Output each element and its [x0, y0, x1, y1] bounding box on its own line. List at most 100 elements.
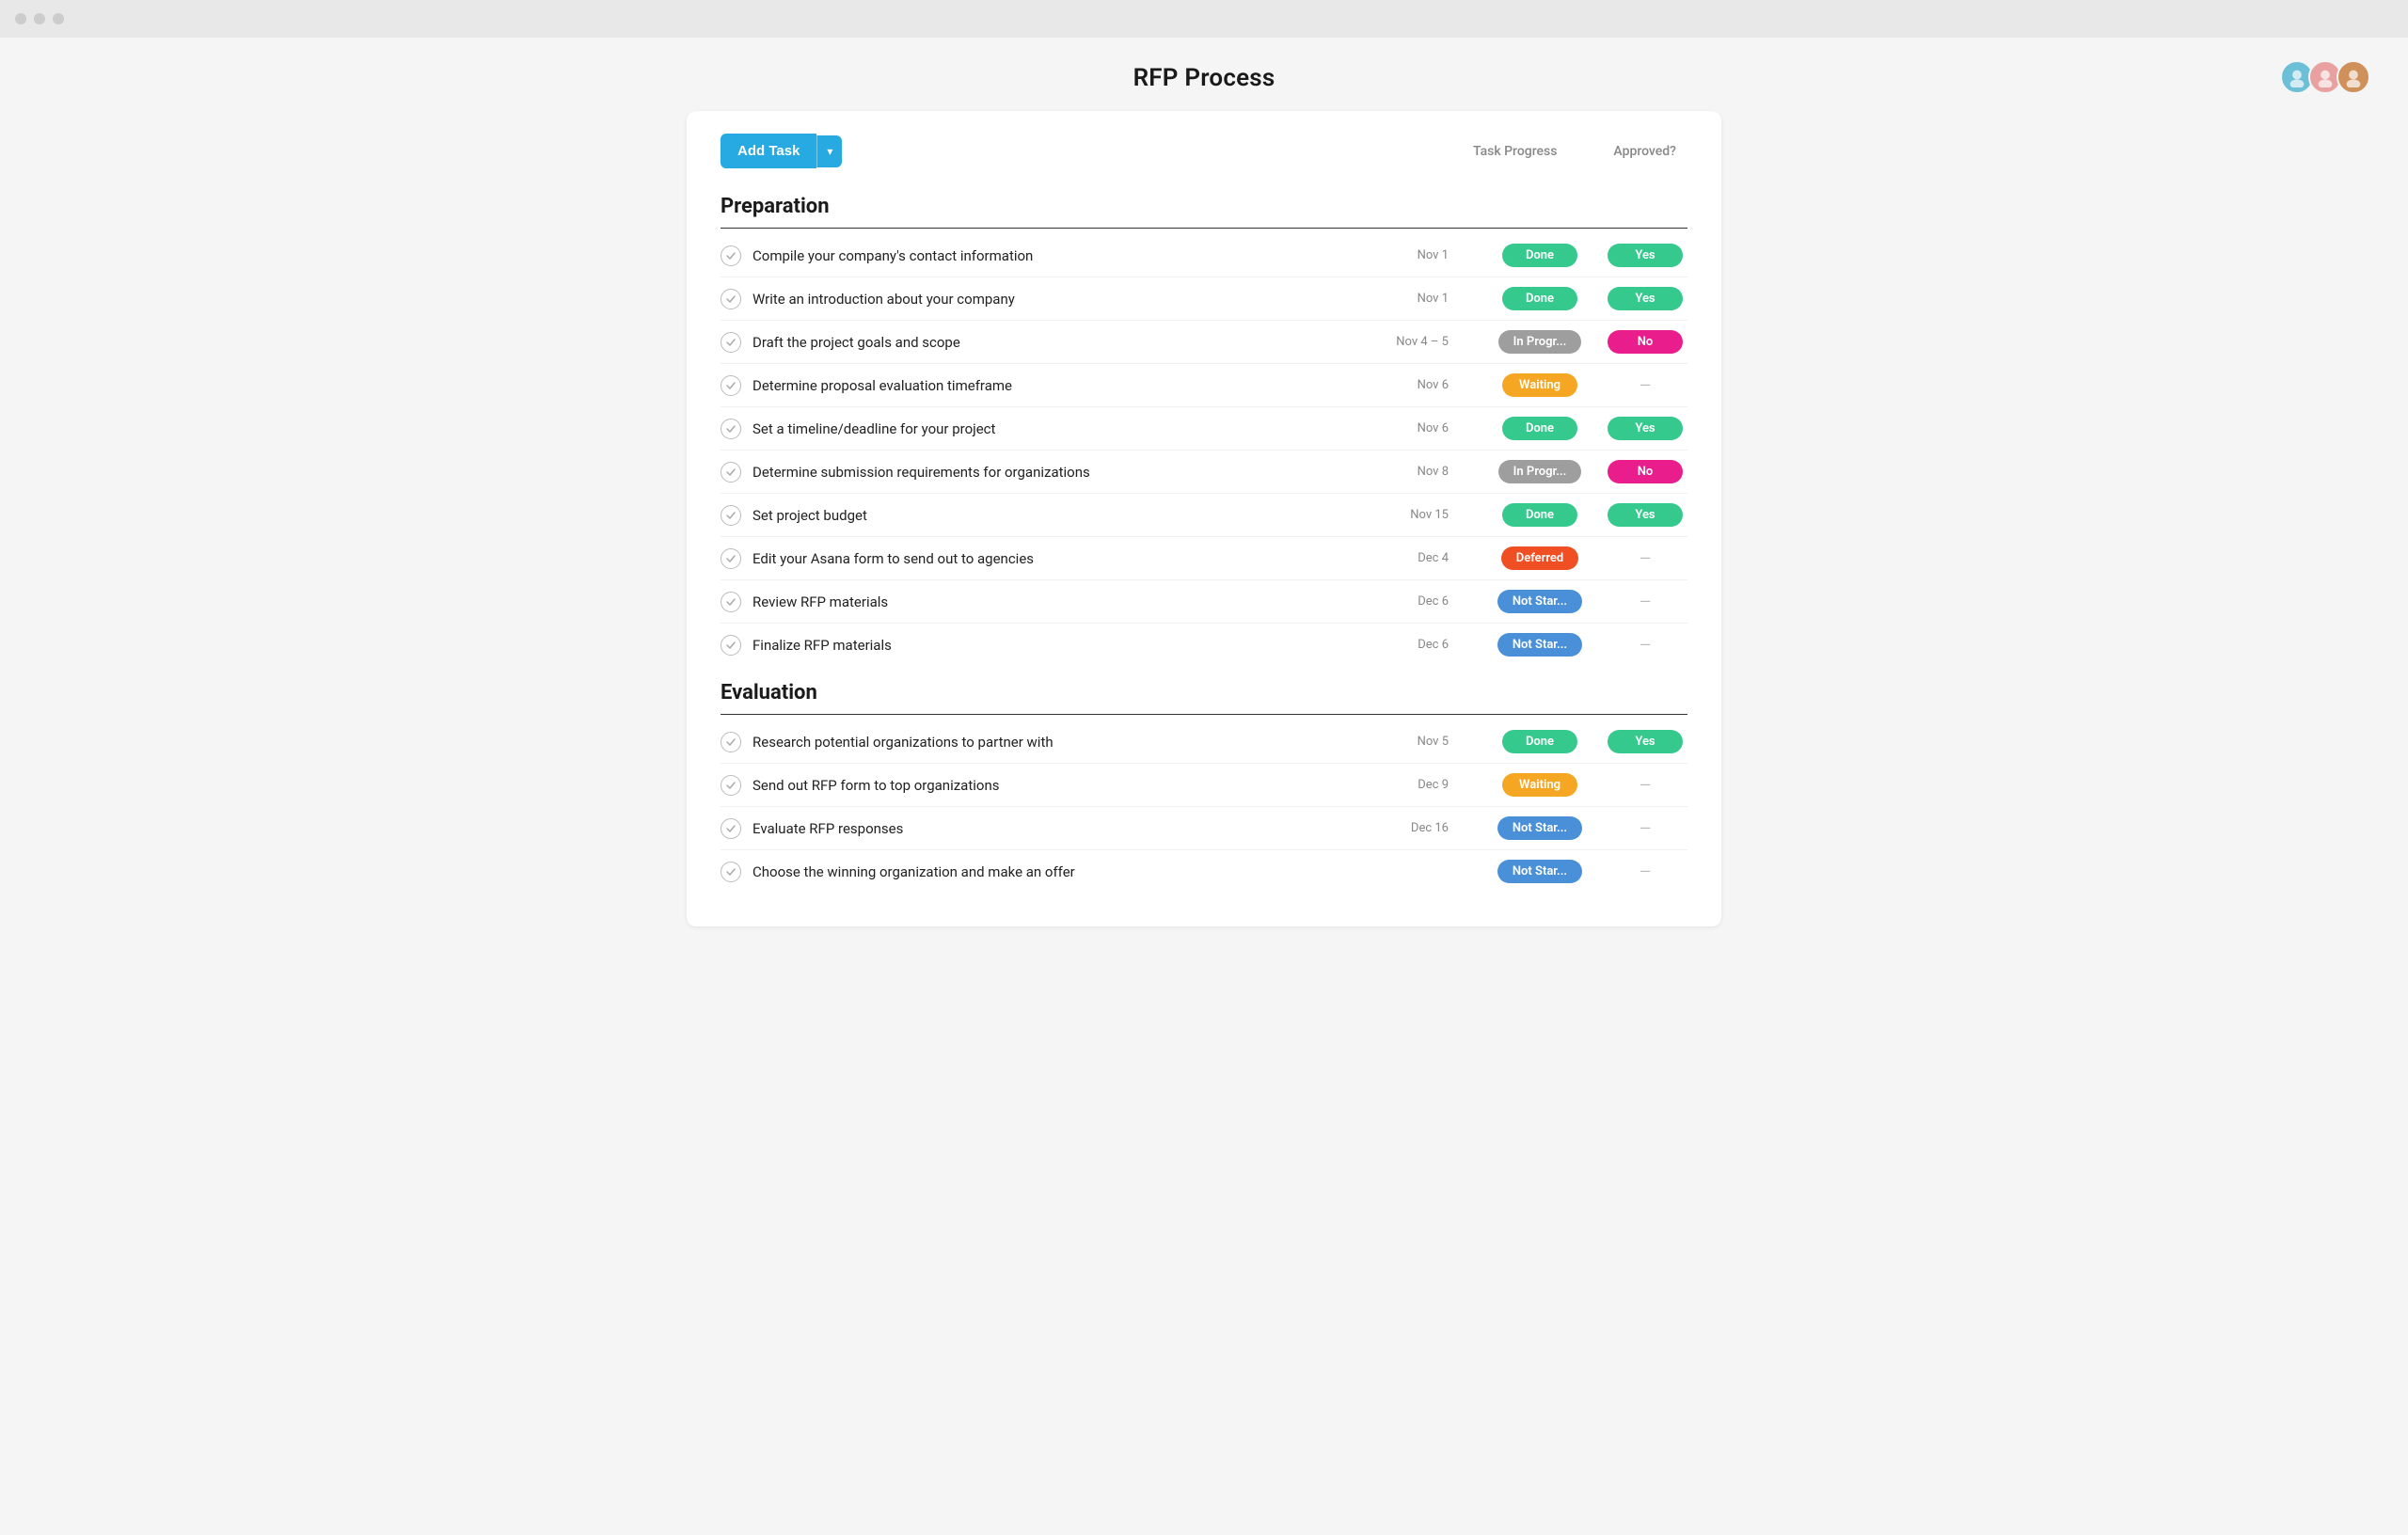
task-progress: In Progr... — [1488, 330, 1592, 354]
task-approved: — — [1603, 549, 1687, 567]
approved-badge[interactable]: No — [1608, 460, 1683, 483]
progress-badge[interactable]: Waiting — [1502, 373, 1577, 397]
check-icon[interactable] — [721, 332, 741, 353]
approved-dash: — — [1640, 862, 1652, 880]
avatar-3[interactable] — [2337, 60, 2370, 94]
task-date: Nov 1 — [1373, 248, 1449, 262]
table-row[interactable]: Review RFP materials Dec 6 Not Star... — — [721, 580, 1687, 624]
progress-badge[interactable]: Deferred — [1501, 546, 1578, 570]
progress-badge[interactable]: Not Star... — [1497, 633, 1582, 657]
progress-badge[interactable]: Not Star... — [1497, 860, 1582, 883]
task-name: Edit your Asana form to send out to agen… — [752, 550, 1362, 567]
approved-badge[interactable]: No — [1608, 330, 1683, 354]
check-icon[interactable] — [721, 548, 741, 569]
task-name: Send out RFP form to top organizations — [752, 777, 1362, 794]
progress-badge[interactable]: Done — [1502, 417, 1577, 440]
task-progress: Done — [1488, 244, 1592, 267]
table-row[interactable]: Determine proposal evaluation timeframeN… — [721, 364, 1687, 407]
task-progress: Done — [1488, 417, 1592, 440]
table-row[interactable]: Finalize RFP materialsDec 6Not Star...— — [721, 624, 1687, 666]
approved-badge[interactable]: Yes — [1608, 503, 1683, 527]
task-date: Dec 6 — [1373, 594, 1449, 609]
task-date: Dec 16 — [1373, 821, 1449, 835]
table-row[interactable]: Send out RFP form to top organizationsDe… — [721, 764, 1687, 807]
table-row[interactable]: Set a timeline/deadline for your project… — [721, 407, 1687, 451]
check-icon[interactable] — [721, 505, 741, 526]
check-icon[interactable] — [721, 818, 741, 839]
progress-badge[interactable]: Done — [1502, 244, 1577, 267]
check-icon[interactable] — [721, 862, 741, 882]
table-row[interactable]: Edit your Asana form to send out to agen… — [721, 537, 1687, 580]
progress-badge[interactable]: Waiting — [1502, 773, 1577, 797]
table-row[interactable]: Write an introduction about your company… — [721, 277, 1687, 321]
toolbar: Add Task ▾ Task Progress Approved? — [721, 134, 1687, 168]
task-progress: Done — [1488, 730, 1592, 753]
task-name: Review RFP materials — [752, 593, 1362, 610]
check-icon[interactable] — [721, 245, 741, 266]
task-progress: Waiting — [1488, 773, 1592, 797]
section-divider-1 — [721, 714, 1687, 715]
toolbar-left: Add Task ▾ — [721, 134, 842, 168]
task-approved: — — [1603, 819, 1687, 837]
approved-dash: — — [1640, 593, 1652, 610]
task-approved: — — [1603, 593, 1687, 610]
page-header: RFP Process — [0, 38, 2408, 111]
check-icon[interactable] — [721, 732, 741, 752]
progress-badge[interactable]: Not Star... — [1497, 590, 1582, 613]
table-row[interactable]: Research potential organizations to part… — [721, 720, 1687, 764]
check-icon[interactable] — [721, 775, 741, 796]
col-approved: Approved? — [1613, 144, 1676, 159]
task-progress: Not Star... — [1488, 633, 1592, 657]
table-row[interactable]: Compile your company's contact informati… — [721, 234, 1687, 277]
task-approved: Yes — [1603, 417, 1687, 440]
col-task-progress: Task Progress — [1473, 144, 1557, 159]
approved-badge[interactable]: Yes — [1608, 730, 1683, 753]
task-approved: Yes — [1603, 503, 1687, 527]
task-progress: Not Star... — [1488, 816, 1592, 840]
task-date: Nov 6 — [1373, 421, 1449, 435]
table-row[interactable]: Draft the project goals and scopeNov 4 –… — [721, 321, 1687, 364]
check-icon[interactable] — [721, 419, 741, 439]
approved-badge[interactable]: Yes — [1608, 287, 1683, 310]
approved-badge[interactable]: Yes — [1608, 244, 1683, 267]
check-icon[interactable] — [721, 592, 741, 612]
task-progress: Not Star... — [1488, 590, 1592, 613]
task-name: Compile your company's contact informati… — [752, 247, 1362, 264]
progress-badge[interactable]: Done — [1502, 730, 1577, 753]
task-approved: No — [1603, 330, 1687, 354]
table-row[interactable]: Determine submission requirements for or… — [721, 451, 1687, 494]
page-title: RFP Process — [1133, 64, 1275, 92]
progress-badge[interactable]: Done — [1502, 287, 1577, 310]
table-row[interactable]: Set project budgetNov 15DoneYes — [721, 494, 1687, 537]
task-progress: Done — [1488, 503, 1592, 527]
progress-badge[interactable]: In Progr... — [1498, 330, 1582, 354]
approved-dash: — — [1640, 636, 1652, 654]
check-icon[interactable] — [721, 635, 741, 656]
page-wrapper: RFP Process Add Task ▾ Task Progress App… — [0, 38, 2408, 1535]
progress-badge[interactable]: In Progr... — [1498, 460, 1582, 483]
add-task-dropdown-button[interactable]: ▾ — [816, 135, 842, 167]
task-approved: — — [1603, 376, 1687, 394]
task-name: Set a timeline/deadline for your project — [752, 420, 1362, 437]
task-progress: In Progr... — [1488, 460, 1592, 483]
section-title-1: Evaluation — [721, 681, 1687, 704]
table-row[interactable]: Evaluate RFP responsesDec 16Not Star...— — [721, 807, 1687, 850]
progress-badge[interactable]: Not Star... — [1497, 816, 1582, 840]
check-icon[interactable] — [721, 462, 741, 483]
approved-dash: — — [1640, 819, 1652, 837]
approved-badge[interactable]: Yes — [1608, 417, 1683, 440]
task-name: Determine submission requirements for or… — [752, 464, 1362, 481]
task-progress: Waiting — [1488, 373, 1592, 397]
section-title-0: Preparation — [721, 195, 1687, 218]
task-approved: Yes — [1603, 287, 1687, 310]
add-task-button[interactable]: Add Task — [721, 134, 816, 168]
task-approved: Yes — [1603, 244, 1687, 267]
check-icon[interactable] — [721, 375, 741, 396]
check-icon[interactable] — [721, 289, 741, 309]
task-approved: Yes — [1603, 730, 1687, 753]
section-0: Preparation Compile your company's contac… — [721, 195, 1687, 666]
approved-dash: — — [1640, 776, 1652, 794]
toolbar-columns: Task Progress Approved? — [1473, 144, 1676, 159]
progress-badge[interactable]: Done — [1502, 503, 1577, 527]
table-row[interactable]: Choose the winning organization and make… — [721, 850, 1687, 893]
